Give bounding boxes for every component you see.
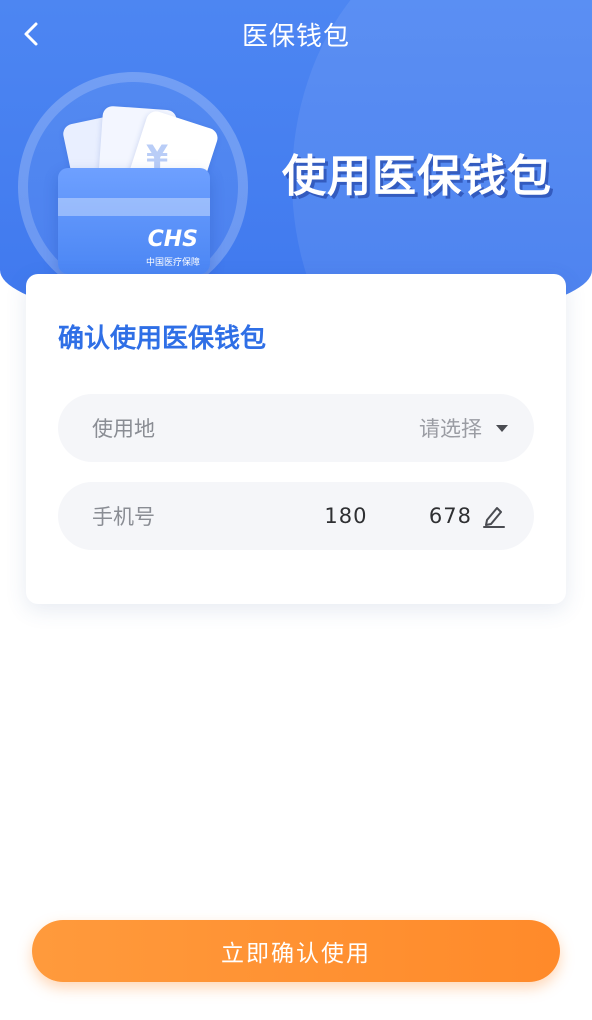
edit-icon[interactable]: [480, 502, 508, 530]
location-label: 使用地: [92, 417, 155, 441]
chs-logo: CHS: [147, 227, 198, 252]
location-value: 请选择: [419, 417, 482, 441]
confirm-use-button[interactable]: 立即确认使用: [32, 920, 560, 982]
caret-down-icon: [496, 424, 508, 432]
confirm-panel: 确认使用医保钱包 使用地 请选择 手机号 180 678: [26, 274, 566, 604]
phone-field[interactable]: 手机号 180 678: [58, 482, 534, 550]
phone-label: 手机号: [92, 505, 155, 529]
hero-title: 使用医保钱包: [282, 151, 552, 202]
chs-logo-subtext: 中国医疗保障: [145, 258, 200, 268]
back-icon[interactable]: [18, 20, 46, 48]
page: 医保钱包 ¥ CHS 中国医疗保障 使用医保钱包 确认使用医保钱包 使用地 请选…: [0, 0, 592, 1020]
page-title: 医保钱包: [241, 21, 350, 52]
panel-title: 确认使用医保钱包: [58, 324, 267, 354]
nav-bar: 医保钱包: [0, 0, 592, 68]
wallet-icon: CHS 中国医疗保障: [58, 168, 210, 274]
wallet-stripe: [58, 198, 210, 216]
phone-value: 180 678: [324, 504, 472, 528]
location-select[interactable]: 使用地 请选择: [58, 394, 534, 462]
